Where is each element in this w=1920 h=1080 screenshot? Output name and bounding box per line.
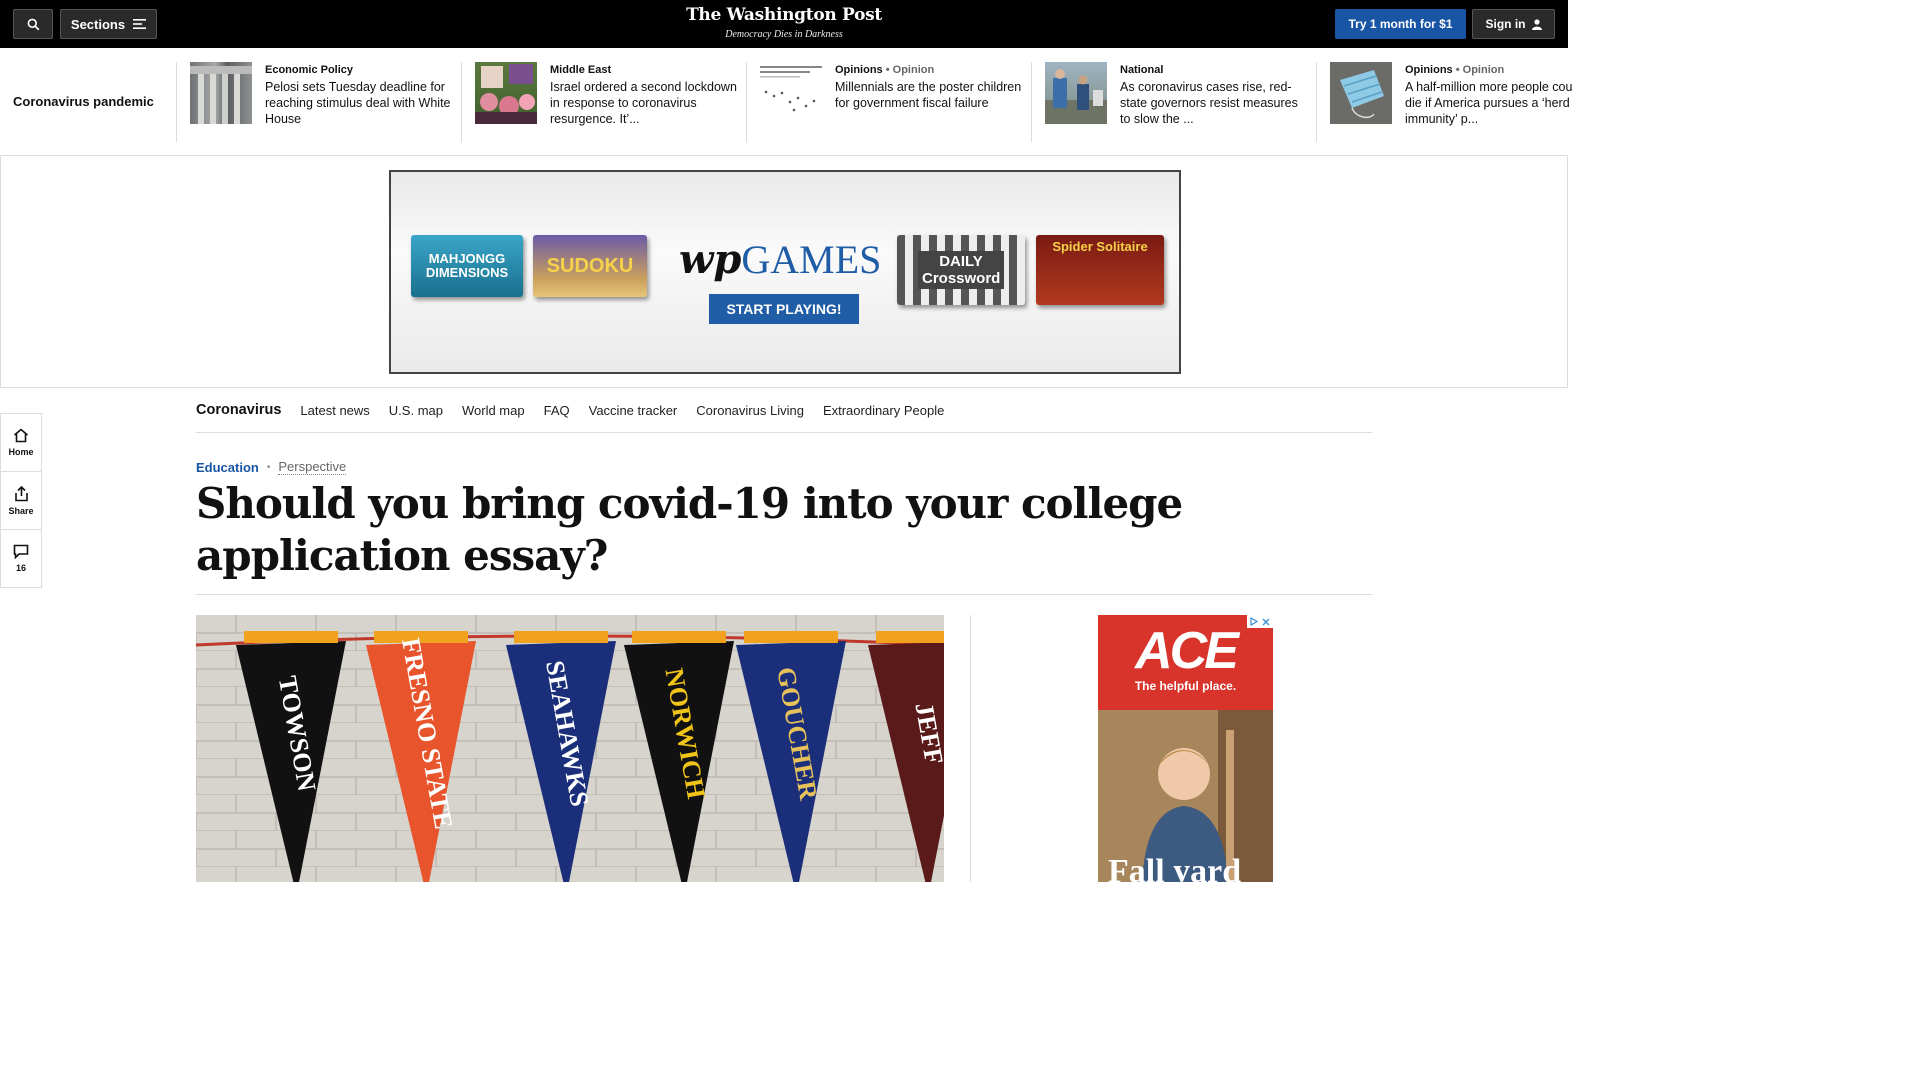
sign-in-button[interactable]: Sign in xyxy=(1472,9,1555,39)
comments-button[interactable]: 16 xyxy=(0,529,42,588)
hamburger-icon xyxy=(133,19,147,29)
story-thumbnail xyxy=(1045,62,1107,124)
kicker-separator: • xyxy=(266,461,271,473)
spider-solitaire-tile[interactable]: Spider Solitaire xyxy=(1036,235,1164,305)
home-label: Home xyxy=(8,447,34,457)
sections-button[interactable]: Sections xyxy=(60,9,157,39)
home-button[interactable]: Home xyxy=(0,413,42,472)
crossword-tile[interactable]: DAILY Crossword xyxy=(897,235,1025,305)
sign-in-label: Sign in xyxy=(1485,17,1526,31)
mahjongg-tile[interactable]: MAHJONGG DIMENSIONS xyxy=(411,235,523,297)
story-headline: Millennials are the poster children for … xyxy=(835,80,1022,110)
trending-story[interactable]: Opinions • Opinion A half-million more p… xyxy=(1330,62,1600,142)
search-button[interactable] xyxy=(13,9,53,39)
nav-faq[interactable]: FAQ xyxy=(544,403,570,418)
nav-latest-news[interactable]: Latest news xyxy=(300,403,369,418)
story-thumbnail xyxy=(190,62,252,124)
wp-games-logo: wpGAMES xyxy=(679,236,882,283)
pennants-illustration: TOWSON FRESNO STATE SEAHAWKS NORWICH GOUCHER… xyxy=(196,615,944,882)
divider xyxy=(746,62,747,142)
comment-icon xyxy=(13,544,29,559)
user-icon xyxy=(1531,18,1542,30)
divider xyxy=(1031,62,1032,142)
nav-vaccine-tracker[interactable]: Vaccine tracker xyxy=(589,403,678,418)
trending-story[interactable]: Middle East Israel ordered a second lock… xyxy=(475,62,745,142)
story-kicker: Middle East xyxy=(550,64,612,76)
comment-count: 16 xyxy=(15,563,26,573)
trending-story[interactable]: Opinions • Opinion Millennials are the p… xyxy=(760,62,1030,142)
share-icon xyxy=(14,485,28,501)
site-logo[interactable]: The Washington Post Democracy Dies in Da… xyxy=(684,5,884,40)
nav-world-map[interactable]: World map xyxy=(462,403,525,418)
ad-container: MAHJONGG DIMENSIONS SUDOKU wpGAMES START… xyxy=(0,156,1568,388)
story-kicker: Opinions • Opinion xyxy=(835,64,935,76)
share-button[interactable]: Share xyxy=(0,471,42,530)
sudoku-tile[interactable]: SUDOKU xyxy=(533,235,647,297)
story-kicker: Economic Policy xyxy=(265,64,354,76)
story-headline: Israel ordered a second lockdown in resp… xyxy=(550,80,737,126)
divider xyxy=(1316,62,1317,142)
wp-games-ad[interactable]: MAHJONGG DIMENSIONS SUDOKU wpGAMES START… xyxy=(389,170,1181,374)
divider xyxy=(176,62,177,142)
start-playing-button[interactable]: START PLAYING! xyxy=(709,294,859,324)
section-title[interactable]: Coronavirus xyxy=(196,402,281,418)
story-thumbnail xyxy=(760,62,822,124)
solitaire-label: Spider Solitaire xyxy=(1052,239,1148,254)
section-navigation: Coronavirus Latest news U.S. map World m… xyxy=(196,388,1372,433)
ad-headline: Fall yard xyxy=(1108,853,1242,882)
divider xyxy=(196,594,1372,595)
perspective-label[interactable]: Perspective xyxy=(278,459,347,475)
story-thumbnail xyxy=(475,62,537,124)
story-headline: Pelosi sets Tuesday deadline for reachin… xyxy=(265,80,451,126)
divider xyxy=(461,62,462,142)
article-headline: Should you bring covid-19 into your coll… xyxy=(196,479,1183,580)
logo-tagline: Democracy Dies in Darkness xyxy=(725,29,843,40)
games-logo-text: GAMES xyxy=(741,237,882,282)
trending-story[interactable]: Economic Policy Pelosi sets Tuesday dead… xyxy=(190,62,460,142)
lead-photo[interactable]: TOWSON FRESNO STATE SEAHAWKS NORWICH GOUCHER… xyxy=(196,615,944,882)
ace-brand: ACE xyxy=(1135,622,1239,680)
sections-label: Sections xyxy=(70,16,126,32)
logo-text: The Washington Post xyxy=(686,5,882,25)
section-link[interactable]: Education xyxy=(196,460,259,475)
search-icon xyxy=(27,18,39,30)
crossword-label: DAILY Crossword xyxy=(918,251,1004,289)
trending-story[interactable]: National As coronavirus cases rise, red-… xyxy=(1045,62,1315,142)
nav-extraordinary-people[interactable]: Extraordinary People xyxy=(823,403,944,418)
ace-tagline: The helpful place. xyxy=(1134,679,1237,693)
left-action-rail: Home Share 16 xyxy=(0,413,42,588)
story-headline: As coronavirus cases rise, red-state gov… xyxy=(1120,80,1298,126)
nav-coronavirus-living[interactable]: Coronavirus Living xyxy=(696,403,804,418)
story-thumbnail xyxy=(1330,62,1392,124)
trending-strip: Coronavirus pandemic Economic Policy Pel… xyxy=(0,48,1572,156)
trending-label[interactable]: Coronavirus pandemic xyxy=(13,94,154,109)
column-divider xyxy=(970,615,971,882)
subscribe-button[interactable]: Try 1 month for $1 xyxy=(1335,9,1466,39)
top-navigation-bar: Sections The Washington Post Democracy D… xyxy=(0,0,1568,48)
home-icon xyxy=(13,428,29,443)
story-kicker: National xyxy=(1120,64,1164,76)
story-headline: A half-million more people cou die if Am… xyxy=(1405,80,1573,126)
close-icon[interactable] xyxy=(1262,618,1270,626)
share-label: Share xyxy=(8,505,34,516)
wp-logo-text: wp xyxy=(679,236,742,283)
article-kicker: Education • Perspective xyxy=(196,459,347,475)
nav-us-map[interactable]: U.S. map xyxy=(389,403,443,418)
ace-hardware-ad[interactable]: ACE The helpful place. Fall yard xyxy=(1098,615,1273,882)
story-kicker: Opinions • Opinion xyxy=(1405,64,1505,76)
ace-logo: ACE The helpful place. xyxy=(1118,623,1253,693)
